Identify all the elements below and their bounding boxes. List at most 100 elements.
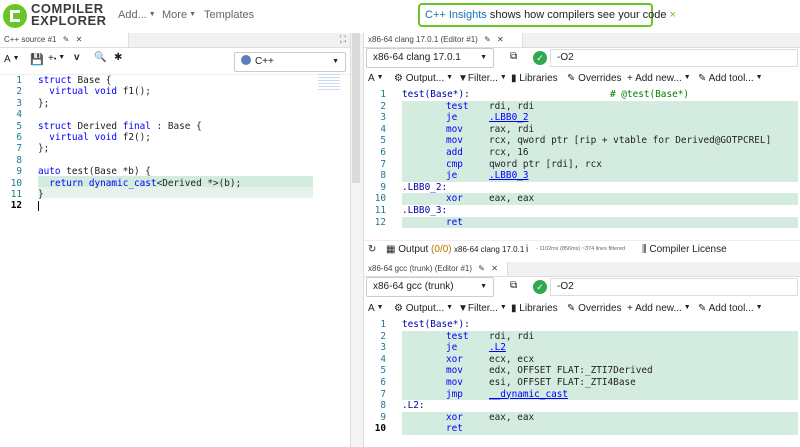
clang-info-icon[interactable]: i (526, 244, 528, 255)
source-editor[interactable]: 1 struct Base {2 virtual void f1(); 3}; 4 5 s… (0, 74, 340, 447)
asm-instruction: test (446, 100, 469, 112)
clang-compiler-select[interactable]: x86-64 clang 17.0.1 ▼ (366, 48, 494, 68)
line-number: 9 (16, 166, 22, 178)
asm-line-number: 2 (380, 100, 386, 112)
asm-line-number: 8 (380, 170, 386, 182)
clang-toolbar: A ▼ ⚙ Output... ▼ ▼Filter... ▼ ▮ Libraries … (364, 70, 800, 88)
banner-link[interactable]: C++ Insights (425, 9, 487, 21)
close-tab-icon[interactable]: ✕ (76, 35, 83, 44)
language-select[interactable]: C++ ▼ (234, 52, 346, 72)
vim-mode-icon[interactable]: v (74, 52, 80, 63)
asm-instruction: je (446, 112, 458, 124)
clang-options-input[interactable]: -O2 (550, 49, 798, 67)
asm-instruction: add (446, 147, 463, 158)
clang-license-button[interactable]: ⫼ Compiler License (642, 244, 727, 255)
asm-operands: rax, rdi (489, 123, 535, 135)
clang-edit-tab-icon[interactable]: ✎ (484, 35, 491, 44)
source-line: }; (38, 143, 50, 155)
run-tool-icon[interactable]: ✱ (114, 52, 122, 63)
more-menu[interactable]: More ▼ (162, 9, 196, 21)
clang-output-dropdown[interactable]: ⚙ Output... ▼ (394, 73, 453, 84)
clang-add-new-dropdown[interactable]: + Add new... ▼ (627, 73, 691, 84)
cpp-insights-banner[interactable]: C++ Insights shows how compilers see you… (418, 3, 676, 27)
clang-popout-icon[interactable]: ⧉ (510, 51, 517, 62)
asm-label-link[interactable]: .LBB0_3 (489, 170, 529, 181)
asm-operands: rcx, 16 (489, 147, 529, 158)
add-menu[interactable]: Add... ▼ (118, 9, 156, 21)
save-icon[interactable]: 💾 (30, 53, 44, 66)
text-cursor (38, 201, 39, 212)
gcc-filter-dropdown[interactable]: ▼Filter... ▼ (458, 303, 507, 314)
gcc-add-new-dropdown[interactable]: + Add new... ▼ (627, 303, 691, 314)
clang-tabbar: x86-64 clang 17.0.1 (Editor #1) ✎ ✕ (364, 33, 800, 48)
gcc-output-dropdown[interactable]: ⚙ Output... ▼ (394, 303, 453, 314)
gcc-edit-tab-icon[interactable]: ✎ (478, 264, 485, 273)
asm-source-match-highlight (402, 170, 798, 182)
clang-output-button[interactable]: ▦ Output (0/0) (386, 244, 452, 255)
edit-tab-icon[interactable]: ✎ (63, 35, 70, 44)
editor-tab[interactable]: C++ source #1 ✎ ✕ (0, 33, 129, 47)
clang-add-tool-dropdown[interactable]: ✎ Add tool... ▼ (698, 73, 763, 84)
source-line: } (38, 189, 44, 200)
clang-close-tab-icon[interactable]: ✕ (497, 35, 504, 44)
clang-add-tool-label: Add tool... (708, 73, 754, 84)
clang-recompile-icon[interactable]: ↻ (368, 244, 376, 255)
asm-operands: eax, eax (489, 411, 535, 423)
asm-line-number: 1 (380, 319, 386, 330)
gcc-success-check-icon[interactable]: ✓ (533, 280, 547, 294)
asm-operands: rdi, rdi (489, 100, 535, 112)
gcc-compiler-select[interactable]: x86-64 gcc (trunk) ▼ (366, 277, 494, 297)
clang-asm-output[interactable]: 1 test(Base*): # @test(Base*) 2 test rdi, rdi… (364, 89, 800, 233)
asm-label-link[interactable]: .LBB0_2 (489, 112, 529, 123)
gcc-popout-icon[interactable]: ⧉ (510, 280, 517, 291)
clang-status-output-count: (0/0) (431, 244, 452, 255)
add-new-dropdown[interactable]: +• ▼ (48, 53, 65, 64)
clang-filter-label: Filter... (467, 73, 498, 84)
asm-line-number: 1 (380, 89, 386, 100)
asm-label-link[interactable]: .L2 (489, 342, 506, 353)
editor-pane: C++ source #1 ✎ ✕ ⛶ A ▼ 💾 +• ▼ v 🔍 ✱ C++ ▼… (0, 33, 350, 447)
editor-minimap[interactable] (318, 74, 340, 90)
gcc-options-input[interactable]: -O2 (550, 278, 798, 296)
asm-operands: edx, OFFSET FLAT:_ZTI7Derived (489, 365, 653, 377)
gcc-add-tool-dropdown[interactable]: ✎ Add tool... ▼ (698, 303, 763, 314)
gcc-font-size-button[interactable]: A ▼ (368, 303, 384, 314)
asm-instruction: xor (446, 193, 463, 205)
gcc-tab[interactable]: x86-64 gcc (trunk) (Editor #1) ✎ ✕ (364, 262, 508, 276)
clang-filter-dropdown[interactable]: ▼Filter... ▼ (458, 73, 507, 84)
line-number: 7 (16, 143, 22, 155)
asm-line-number: 2 (380, 330, 386, 342)
asm-operands: esi, OFFSET FLAT:_ZTI4Base (489, 377, 636, 388)
gcc-overrides-button[interactable]: ✎ Overrides (567, 303, 622, 314)
templates-link[interactable]: Templates (204, 9, 254, 21)
clang-overrides-button[interactable]: ✎ Overrides (567, 73, 622, 84)
asm-line-number: 12 (374, 216, 386, 228)
asm-line-number: 6 (380, 377, 386, 388)
gcc-compiler-caret-icon: ▼ (480, 283, 487, 290)
clang-tab[interactable]: x86-64 clang 17.0.1 (Editor #1) ✎ ✕ (364, 33, 523, 47)
gcc-libraries-button[interactable]: ▮ Libraries (511, 303, 558, 314)
editor-scrollbar[interactable] (352, 33, 360, 183)
font-size-button[interactable]: A ▼ (4, 54, 20, 65)
asm-line-number: 8 (380, 400, 386, 412)
source-line: struct Base { (38, 75, 112, 86)
gcc-close-tab-icon[interactable]: ✕ (491, 264, 498, 273)
asm-label-link[interactable]: __dynamic_cast (489, 389, 568, 400)
maximize-pane-icon[interactable]: ⛶ (340, 34, 346, 45)
banner-close-icon[interactable]: × (670, 9, 676, 21)
asm-line-number: 10 (374, 193, 386, 205)
asm-instruction: je (446, 170, 458, 182)
asm-line-number: 3 (380, 342, 386, 354)
clang-success-check-icon[interactable]: ✓ (533, 51, 547, 65)
gcc-asm-output[interactable]: 1 test(Base*): 2 test rdi, rdi 3 je .L2 4 xor ecx,… (364, 319, 800, 443)
quick-search-icon[interactable]: 🔍 (94, 52, 106, 63)
asm-line-number: 4 (380, 353, 386, 365)
compiler-explorer-logo-icon[interactable] (3, 4, 27, 28)
clang-libraries-button[interactable]: ▮ Libraries (511, 73, 558, 84)
clang-font-size-button[interactable]: A ▼ (368, 73, 384, 84)
logo-text[interactable]: COMPILER EXPLORER (31, 2, 107, 27)
source-line: return dynamic_cast<Derived *>(b); (49, 177, 242, 189)
asm-instruction: jmp (446, 388, 463, 400)
source-line: virtual void f1(); (49, 86, 151, 98)
compiler-pane-clang: x86-64 clang 17.0.1 (Editor #1) ✎ ✕ x86-… (364, 33, 800, 263)
